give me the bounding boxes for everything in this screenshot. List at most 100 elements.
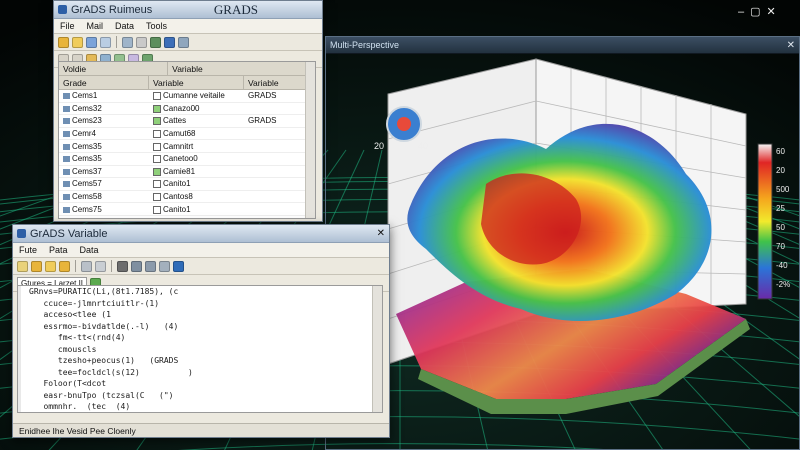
vertical-scrollbar[interactable] bbox=[305, 62, 315, 218]
print-icon[interactable] bbox=[81, 260, 92, 272]
plot-title: Multi-Perspective bbox=[330, 40, 400, 50]
editor-scrollbar[interactable] bbox=[372, 286, 382, 412]
code-editor[interactable]: GRnvs=PURATIC(Li,(8t1.7185), (c ccuce=-j… bbox=[17, 285, 383, 413]
col-variable-2[interactable]: Variable bbox=[244, 76, 308, 89]
cell-variable: Camie81 bbox=[149, 167, 244, 176]
file-icon bbox=[63, 118, 70, 125]
menu-data[interactable]: Data bbox=[115, 21, 134, 31]
zoom-icon[interactable] bbox=[100, 36, 111, 48]
step-icon[interactable] bbox=[145, 260, 156, 272]
search-icon[interactable] bbox=[95, 260, 106, 272]
window-controls: –▢✕ bbox=[738, 5, 782, 18]
table-row[interactable]: Cems18Camnetsi bbox=[59, 216, 315, 219]
editor-toolbar bbox=[13, 258, 389, 275]
table-row[interactable]: Cems58 Cantos8 bbox=[59, 191, 315, 204]
editor-titlebar[interactable]: GrADS Variable ✕ bbox=[13, 225, 389, 243]
table-row[interactable]: Cems35 Camnitrt bbox=[59, 140, 315, 153]
cell-grade: Cems35 bbox=[59, 154, 149, 163]
checkbox[interactable] bbox=[153, 192, 161, 201]
menu-pata[interactable]: Pata bbox=[49, 245, 68, 255]
code-line: fm<-tt<(rnd(4) bbox=[29, 333, 126, 342]
file-icon bbox=[63, 105, 70, 112]
menu-tools[interactable]: Tools bbox=[146, 21, 167, 31]
group-header-1[interactable]: Voldie bbox=[59, 62, 169, 75]
file-icon bbox=[63, 168, 70, 175]
close-icon[interactable]: ✕ bbox=[377, 228, 385, 239]
menu-file[interactable]: File bbox=[60, 21, 75, 31]
table-row[interactable]: Cems23 Cattes GRADS bbox=[59, 115, 315, 128]
code-line: GRnvs=PURATIC(Li,(8t1.7185), (c bbox=[29, 287, 179, 296]
file-icon bbox=[63, 130, 70, 137]
menu-mail[interactable]: Mail bbox=[87, 21, 104, 31]
folder-icon[interactable] bbox=[59, 260, 70, 272]
minimize-icon[interactable]: – bbox=[738, 6, 750, 18]
table-row[interactable]: Cems75 Canito1 bbox=[59, 203, 315, 216]
grid-icon[interactable] bbox=[150, 36, 161, 48]
colorbar-tick-label: 50 bbox=[776, 223, 785, 232]
open-icon[interactable] bbox=[31, 260, 42, 272]
cell-variable: Cattes bbox=[149, 116, 244, 125]
window-titlebar[interactable]: GrADS Ruimeus GRADS bbox=[54, 1, 322, 19]
code-line: Foloor(T<dcot bbox=[29, 379, 107, 388]
new-icon[interactable] bbox=[17, 260, 28, 272]
menu-bar: File Mail Data Tools bbox=[54, 19, 322, 34]
table-row[interactable]: Cems1 Cumanne veitaile GRADS bbox=[59, 90, 315, 103]
table-row[interactable]: Cems57 Canito1 bbox=[59, 178, 315, 191]
table-row[interactable]: Cems32 Canazo00 bbox=[59, 103, 315, 116]
checkbox[interactable] bbox=[153, 117, 161, 126]
colorbar-tick-label: -40 bbox=[776, 261, 788, 270]
table-row[interactable]: Cems35 Canetoo0 bbox=[59, 153, 315, 166]
table-row[interactable]: Cems37 Camie81 bbox=[59, 166, 315, 179]
status-bar: Enidhee Ihe Vesid Pee Cloenly bbox=[13, 423, 389, 437]
group-header-2[interactable]: Variable bbox=[168, 62, 315, 75]
checkbox[interactable] bbox=[153, 180, 161, 189]
maximize-icon[interactable]: ▢ bbox=[750, 6, 766, 18]
plot-titlebar[interactable]: Multi-Perspective ✕ bbox=[326, 37, 799, 54]
globe-icon[interactable] bbox=[164, 36, 175, 48]
debug-icon[interactable] bbox=[159, 260, 170, 272]
table-row[interactable]: Cemr4 Camut68 bbox=[59, 128, 315, 141]
edit-icon[interactable] bbox=[136, 36, 147, 48]
app-title: GRADS bbox=[213, 1, 258, 17]
col-variable[interactable]: Variable bbox=[149, 76, 244, 89]
checkbox[interactable] bbox=[153, 104, 161, 113]
table-body: Cems1 Cumanne veitaile GRADS Cems32 Canazo00… bbox=[59, 90, 315, 219]
colorbar-tick-label: -2% bbox=[776, 280, 790, 289]
cell-grade: Cems58 bbox=[59, 192, 149, 201]
plot-window: Multi-Perspective ✕ 40 20 60 20 500 25 5… bbox=[325, 36, 800, 450]
close-icon[interactable]: ✕ bbox=[787, 40, 795, 51]
settings-icon[interactable] bbox=[178, 36, 189, 48]
menu-data[interactable]: Data bbox=[80, 245, 99, 255]
checkbox[interactable] bbox=[153, 129, 161, 138]
menu-fute[interactable]: Fute bbox=[19, 245, 37, 255]
checkbox[interactable] bbox=[153, 167, 161, 176]
cell-grade: Cems32 bbox=[59, 104, 149, 113]
checkbox[interactable] bbox=[153, 142, 161, 151]
file-icon bbox=[63, 181, 70, 188]
save-icon[interactable] bbox=[45, 260, 56, 272]
run-icon[interactable] bbox=[131, 260, 142, 272]
col-grade[interactable]: Grade bbox=[59, 76, 149, 89]
code-line: easr-bnuTpo (tczsal(C (") bbox=[29, 390, 174, 400]
cell-variable: Canazo00 bbox=[149, 104, 244, 113]
file-icon bbox=[63, 156, 70, 163]
variable-table: Voldie Variable Grade Variable Variable … bbox=[58, 61, 316, 219]
checkbox[interactable] bbox=[153, 155, 161, 164]
folder-icon[interactable] bbox=[58, 36, 69, 48]
table-group-header: Voldie Variable bbox=[59, 62, 315, 76]
tools-icon[interactable] bbox=[122, 36, 133, 48]
checkbox[interactable] bbox=[153, 218, 161, 219]
checkbox[interactable] bbox=[153, 92, 161, 101]
surface-plot[interactable]: 40 20 60 20 500 25 50 70 -40 -2% bbox=[326, 54, 799, 449]
save-icon[interactable] bbox=[86, 36, 97, 48]
colorbar-tick-label: 20 bbox=[776, 166, 785, 175]
pen-icon[interactable] bbox=[117, 260, 128, 272]
compass-center bbox=[397, 117, 411, 131]
globe-icon[interactable] bbox=[173, 260, 184, 272]
cell-grade: Cems1 bbox=[59, 91, 149, 100]
toolbar-separator bbox=[75, 260, 76, 272]
close-icon[interactable]: ✕ bbox=[767, 6, 782, 18]
checkbox[interactable] bbox=[153, 205, 161, 214]
open-icon[interactable] bbox=[72, 36, 83, 48]
cell-variable: Canetoo0 bbox=[149, 154, 244, 163]
